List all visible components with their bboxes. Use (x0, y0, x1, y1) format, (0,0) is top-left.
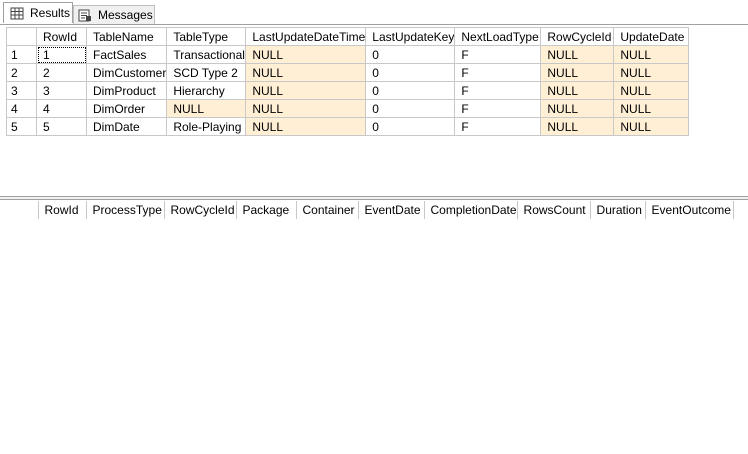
results-tabbar: Results Messages (0, 0, 748, 24)
table-cell[interactable]: Hierarchy (166, 81, 247, 100)
grid2-column-header[interactable]: EventOutcome (645, 201, 734, 219)
table-cell[interactable]: DimDate (85, 117, 168, 136)
row-number[interactable]: 3 (6, 81, 37, 100)
grid1-column-header[interactable]: LastUpdateDateTime (245, 27, 367, 46)
table-cell[interactable]: NULL (540, 117, 615, 136)
grid2-column-header[interactable]: RowId (38, 201, 87, 219)
results-grid-2: RowId ProcessType RowCycleId Package Con… (6, 201, 734, 219)
table-cell[interactable]: NULL (540, 81, 615, 100)
grid2-column-header[interactable]: Package (236, 201, 297, 219)
table-cell[interactable]: DimProduct (85, 81, 168, 100)
table-cell[interactable]: 1 (36, 45, 87, 64)
grid-icon (10, 7, 24, 20)
results-grid-pane-2[interactable]: RowId ProcessType RowCycleId Package Con… (0, 200, 748, 454)
grid2-column-header[interactable]: Container (296, 201, 359, 219)
grid1-column-header[interactable]: TableName (85, 27, 168, 46)
table-cell[interactable]: NULL (613, 63, 690, 82)
table-cell[interactable]: 0 (365, 99, 456, 118)
table-cell[interactable]: 2 (36, 63, 87, 82)
table-cell[interactable]: NULL (613, 45, 690, 64)
table-cell[interactable]: SCD Type 2 (166, 63, 247, 82)
results-grid-1: RowId TableName TableType LastUpdateDate… (6, 27, 690, 136)
grid1-column-header[interactable]: LastUpdateKey (365, 27, 456, 46)
grid1-column-header[interactable]: UpdateDate (613, 27, 690, 46)
table-row[interactable]: 3 3 DimProduct Hierarchy NULL 0 F NULL N… (6, 81, 690, 100)
grid2-column-header[interactable]: Duration (590, 201, 646, 219)
table-row[interactable]: 2 2 DimCustomer SCD Type 2 NULL 0 F NULL… (6, 63, 690, 82)
table-cell[interactable]: 3 (36, 81, 87, 100)
tab-messages-label: Messages (98, 8, 153, 22)
messages-icon (78, 9, 92, 22)
table-cell[interactable]: NULL (245, 45, 367, 64)
grid1-column-header[interactable]: NextLoadType (454, 27, 542, 46)
table-cell[interactable]: DimOrder (85, 99, 168, 118)
grid2-column-header[interactable]: RowCycleId (164, 201, 237, 219)
grid1-corner (6, 27, 37, 46)
table-row[interactable]: 5 5 DimDate Role-Playing NULL 0 F NULL N… (6, 117, 690, 136)
tab-messages[interactable]: Messages (73, 5, 155, 24)
table-cell[interactable]: NULL (166, 99, 247, 118)
row-number[interactable]: 2 (6, 63, 37, 82)
table-row[interactable]: 1 1 FactSales Transactional NULL 0 F NUL… (6, 45, 690, 64)
table-cell[interactable]: F (454, 81, 542, 100)
table-cell[interactable]: 0 (365, 117, 456, 136)
table-cell[interactable]: NULL (613, 99, 690, 118)
table-cell[interactable]: NULL (540, 63, 615, 82)
table-cell[interactable]: NULL (245, 99, 367, 118)
grid2-header-row: RowId ProcessType RowCycleId Package Con… (6, 201, 734, 219)
table-cell[interactable]: Role-Playing (166, 117, 247, 136)
table-row[interactable]: 4 4 DimOrder NULL NULL 0 F NULL NULL (6, 99, 690, 118)
table-cell[interactable]: 0 (365, 63, 456, 82)
grid1-column-header[interactable]: RowCycleId (540, 27, 615, 46)
tab-results[interactable]: Results (3, 2, 73, 23)
table-cell[interactable]: 5 (36, 117, 87, 136)
tab-results-label: Results (30, 6, 71, 20)
grid1-header-row: RowId TableName TableType LastUpdateDate… (6, 27, 690, 46)
grid2-corner (6, 201, 39, 219)
table-cell[interactable]: FactSales (85, 45, 168, 64)
grid2-column-header[interactable]: EventDate (358, 201, 425, 219)
table-cell[interactable]: F (454, 45, 542, 64)
table-cell[interactable]: 4 (36, 99, 87, 118)
table-cell[interactable]: DimCustomer (85, 63, 168, 82)
table-cell[interactable]: F (454, 63, 542, 82)
grid1-column-header[interactable]: RowId (36, 27, 87, 46)
table-cell[interactable]: Transactional (166, 45, 247, 64)
table-cell[interactable]: NULL (245, 63, 367, 82)
table-cell[interactable]: NULL (540, 45, 615, 64)
table-cell[interactable]: NULL (613, 81, 690, 100)
grid2-column-header[interactable]: ProcessType (86, 201, 165, 219)
results-grid-pane-1[interactable]: RowId TableName TableType LastUpdateDate… (0, 24, 748, 196)
grid2-column-header[interactable]: CompletionDate (424, 201, 518, 219)
table-cell[interactable]: 0 (365, 81, 456, 100)
grid1-column-header[interactable]: TableType (166, 27, 247, 46)
table-cell[interactable]: 0 (365, 45, 456, 64)
grid2-column-header[interactable]: RowsCount (517, 201, 591, 219)
row-number[interactable]: 5 (6, 117, 37, 136)
table-cell[interactable]: F (454, 117, 542, 136)
table-cell[interactable]: NULL (540, 99, 615, 118)
row-number[interactable]: 1 (6, 45, 37, 64)
table-cell[interactable]: F (454, 99, 542, 118)
row-number[interactable]: 4 (6, 99, 37, 118)
table-cell[interactable]: NULL (245, 117, 367, 136)
table-cell[interactable]: NULL (245, 81, 367, 100)
table-cell[interactable]: NULL (613, 117, 690, 136)
